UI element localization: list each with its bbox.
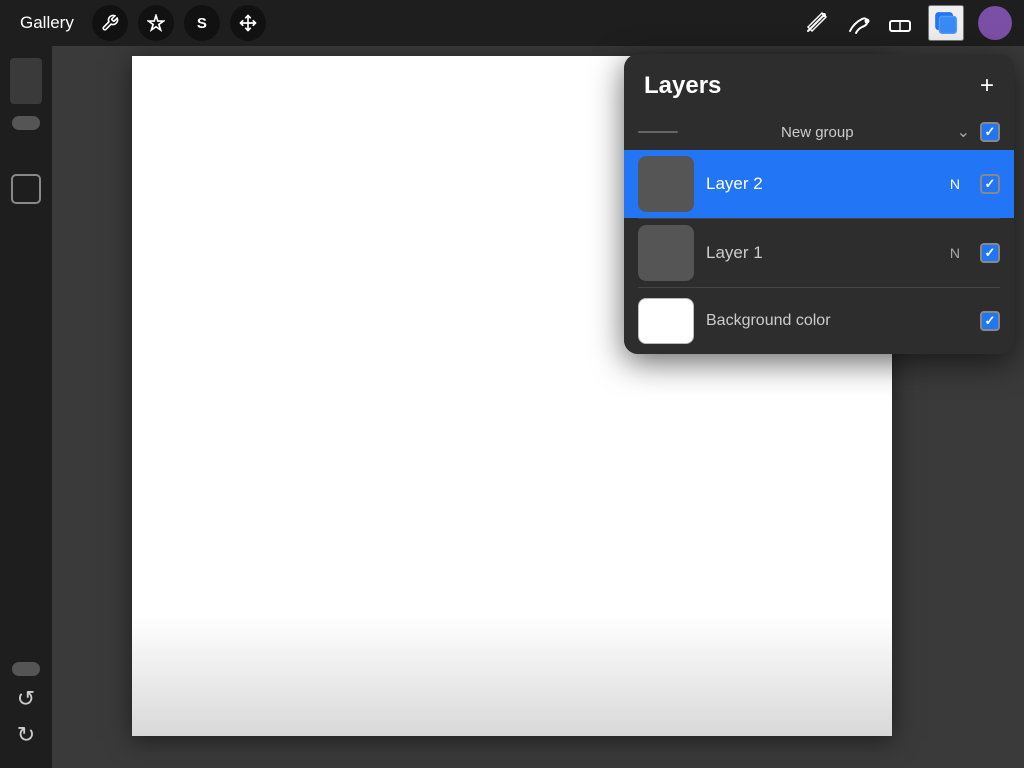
magic-button[interactable] — [138, 5, 174, 41]
layer-1-blend-mode[interactable]: N — [950, 245, 960, 261]
opacity-slider[interactable] — [12, 116, 40, 130]
layer-1-name: Layer 1 — [706, 243, 938, 263]
layer-1-thumbnail — [638, 225, 694, 281]
layers-panel-title: Layers — [644, 72, 721, 100]
layer-row-2[interactable]: Layer 2 N — [624, 150, 1014, 218]
eraser-tool-button[interactable] — [886, 9, 914, 37]
background-visibility-checkbox[interactable] — [980, 311, 1000, 331]
group-label: New group — [688, 124, 947, 141]
background-color-row[interactable]: Background color — [624, 288, 1014, 354]
brush-size-slider[interactable] — [10, 58, 42, 104]
group-visibility-checkbox[interactable] — [980, 122, 1000, 142]
sidebar-bottom-actions: ↺ ↻ — [12, 662, 40, 748]
background-thumbnail — [638, 298, 694, 344]
layer-2-thumbnail — [638, 156, 694, 212]
group-chevron-icon[interactable]: ⌄ — [957, 122, 970, 142]
layer-row-1[interactable]: Layer 1 N — [624, 219, 1014, 287]
toolbar-right — [802, 5, 1012, 41]
toolbar: Gallery S — [0, 0, 1024, 46]
group-line — [638, 131, 678, 133]
layer-2-blend-mode[interactable]: N — [950, 176, 960, 192]
left-sidebar: ↺ ↻ — [0, 46, 52, 768]
layers-panel-button[interactable] — [928, 5, 964, 41]
layer-group-row[interactable]: New group ⌄ — [624, 114, 1014, 150]
pen-tool-button[interactable] — [802, 9, 830, 37]
layer-2-visibility-checkbox[interactable] — [980, 174, 1000, 194]
user-avatar-button[interactable] — [978, 6, 1012, 40]
layers-panel: Layers + New group ⌄ Layer 2 N Layer 1 N… — [624, 54, 1014, 354]
add-layer-button[interactable]: + — [980, 74, 994, 98]
shape-button[interactable] — [11, 174, 41, 204]
redo-button[interactable]: ↻ — [17, 722, 35, 748]
wrench-button[interactable] — [92, 5, 128, 41]
toolbar-left: Gallery S — [12, 5, 266, 41]
layers-panel-header: Layers + — [624, 54, 1014, 114]
size-slider-bottom[interactable] — [12, 662, 40, 676]
transform-button[interactable] — [230, 5, 266, 41]
selection-button[interactable]: S — [184, 5, 220, 41]
background-color-label: Background color — [706, 312, 968, 330]
layer-1-visibility-checkbox[interactable] — [980, 243, 1000, 263]
gallery-button[interactable]: Gallery — [12, 9, 82, 37]
undo-button[interactable]: ↺ — [17, 686, 35, 712]
layer-2-name: Layer 2 — [706, 174, 938, 194]
smudge-tool-button[interactable] — [844, 9, 872, 37]
